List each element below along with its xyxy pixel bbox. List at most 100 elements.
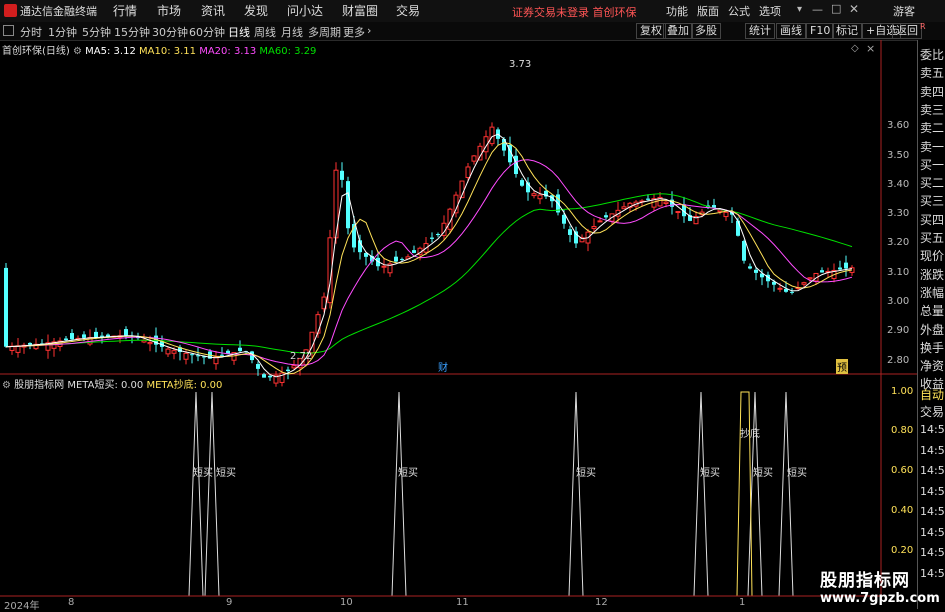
menu-gongshi[interactable]: 公式: [728, 3, 750, 19]
period-5min[interactable]: 5分钟: [82, 24, 111, 40]
quote-item-6: 买一: [920, 157, 945, 172]
candle-body: [268, 375, 272, 378]
signal-label-7: 短买: [787, 468, 807, 479]
candle-body: [412, 250, 416, 253]
period-weekly[interactable]: 周线: [254, 24, 276, 40]
guest-button[interactable]: 游客: [893, 3, 915, 19]
candle-body: [736, 220, 740, 236]
candle-body: [790, 291, 794, 293]
y-tick-3.00: 3.00: [887, 296, 910, 307]
quote-item-12: 涨跌: [920, 267, 945, 282]
auto-trade-1[interactable]: 自动: [920, 386, 944, 403]
tick-time-7: 14:56: [920, 566, 945, 580]
y-tick-2.80: 2.80: [887, 355, 910, 366]
btn-tongji[interactable]: 统计: [745, 23, 775, 39]
btn-huaxian[interactable]: 画线: [776, 23, 806, 39]
period-60min[interactable]: 60分钟: [189, 24, 225, 40]
menu-banmian[interactable]: 版面: [697, 3, 719, 19]
btn-back[interactable]: 返回: [892, 23, 922, 39]
candle-body: [94, 331, 98, 338]
period-more[interactable]: 更多: [343, 24, 365, 40]
toggle-panel-icon[interactable]: [3, 25, 14, 36]
x-year-2024: 2024年: [4, 601, 40, 612]
candle-body: [717, 209, 723, 213]
x-month-8: 8: [68, 597, 75, 608]
login-alert[interactable]: 证券交易未登录 首创环保: [512, 4, 637, 20]
candle-body: [820, 270, 824, 273]
close-icon[interactable]: ✕: [849, 2, 859, 16]
shortbuy-spike: [204, 391, 220, 597]
candle-body: [346, 181, 350, 229]
menu-gongneng[interactable]: 功能: [666, 3, 688, 19]
menu-jiaoyi[interactable]: 交易: [396, 2, 420, 19]
kline-chart[interactable]: [0, 40, 917, 597]
period-30min[interactable]: 30分钟: [152, 24, 188, 40]
tick-time-5: 14:56: [920, 525, 945, 539]
btn-duogu[interactable]: 多股: [691, 23, 721, 39]
x-month-1: 1: [739, 597, 746, 608]
tick-time-1: 14:56: [920, 443, 945, 457]
auto-trade-2[interactable]: 交易: [920, 403, 944, 420]
tick-time-2: 14:56: [920, 464, 945, 477]
app-title: 通达信金融终端: [20, 5, 97, 18]
signal-label-5: 短买: [700, 468, 720, 479]
pane-close-icon[interactable]: ×: [866, 42, 875, 55]
menu-hangqing[interactable]: 行情: [113, 2, 137, 19]
menu-faxian[interactable]: 发现: [244, 2, 268, 19]
candle-body: [291, 365, 297, 369]
candle-body: [742, 241, 746, 261]
candle-body: [183, 352, 189, 360]
indicator-title[interactable]: 股朋指标网: [14, 380, 64, 391]
finance-marker[interactable]: 财: [438, 359, 448, 374]
menu-caifuquan[interactable]: 财富圈: [342, 2, 378, 19]
btn-fuquan[interactable]: 复权: [636, 23, 666, 39]
y-tick-3.60: 3.60: [887, 120, 910, 131]
candle-body: [597, 220, 603, 223]
candle-body: [394, 256, 398, 262]
period-daily[interactable]: 日线: [228, 24, 250, 40]
dropdown-icon[interactable]: ▾: [797, 4, 802, 15]
minimize-icon[interactable]: —: [812, 3, 823, 16]
ma10-label: MA10: 3.11: [139, 46, 197, 57]
tick-time-0: 14:56: [920, 423, 945, 436]
period-15min[interactable]: 15分钟: [114, 24, 150, 40]
candle-body: [171, 350, 177, 354]
diamond-icon[interactable]: ◇: [851, 43, 859, 54]
quote-item-17: 净资: [920, 359, 945, 374]
menu-zixun[interactable]: 资讯: [201, 2, 225, 19]
candle-body: [28, 342, 32, 345]
settings-icon[interactable]: ⚙: [73, 46, 82, 57]
shortbuy-spike: [188, 391, 204, 597]
high-price-label: 3.73: [509, 59, 532, 70]
period-monthly[interactable]: 月线: [281, 24, 303, 40]
candle-body: [777, 287, 783, 290]
ma10-line: [5, 142, 853, 375]
quote-item-15: 外盘: [920, 322, 945, 337]
sub-settings-icon[interactable]: ⚙: [2, 380, 11, 391]
candle-body: [838, 267, 842, 270]
stock-label[interactable]: 首创环保(日线): [2, 46, 70, 57]
menu-shichang[interactable]: 市场: [157, 2, 181, 19]
btn-f10[interactable]: F10: [806, 23, 835, 39]
btn-biaoji[interactable]: 标记: [832, 23, 862, 39]
low-price-label: 2.72: [290, 351, 313, 362]
chevron-right-icon[interactable]: ›: [367, 24, 371, 37]
quote-item-1: 卖五: [920, 66, 945, 81]
period-1min[interactable]: 1分钟: [48, 24, 77, 40]
forecast-marker[interactable]: 预: [836, 359, 848, 374]
x-month-9: 9: [226, 597, 233, 608]
quote-item-4: 卖二: [920, 121, 945, 136]
period-fenshi[interactable]: 分时: [20, 24, 42, 40]
tick-time-4: 14:56: [920, 505, 945, 518]
tick-time-6: 14:56: [920, 546, 945, 559]
btn-diejia[interactable]: 叠加: [663, 23, 693, 39]
candle-body: [562, 214, 566, 224]
signal-label-6: 短买: [753, 468, 773, 479]
menu-xuanxiang[interactable]: 选项: [759, 3, 781, 19]
candle-body: [262, 374, 266, 378]
candle-body: [723, 211, 729, 218]
candle-body: [591, 226, 597, 229]
menu-wenxiaoda[interactable]: 问小达: [287, 2, 323, 19]
maximize-icon[interactable]: □: [831, 2, 841, 15]
period-multi[interactable]: 多周期: [308, 24, 341, 40]
